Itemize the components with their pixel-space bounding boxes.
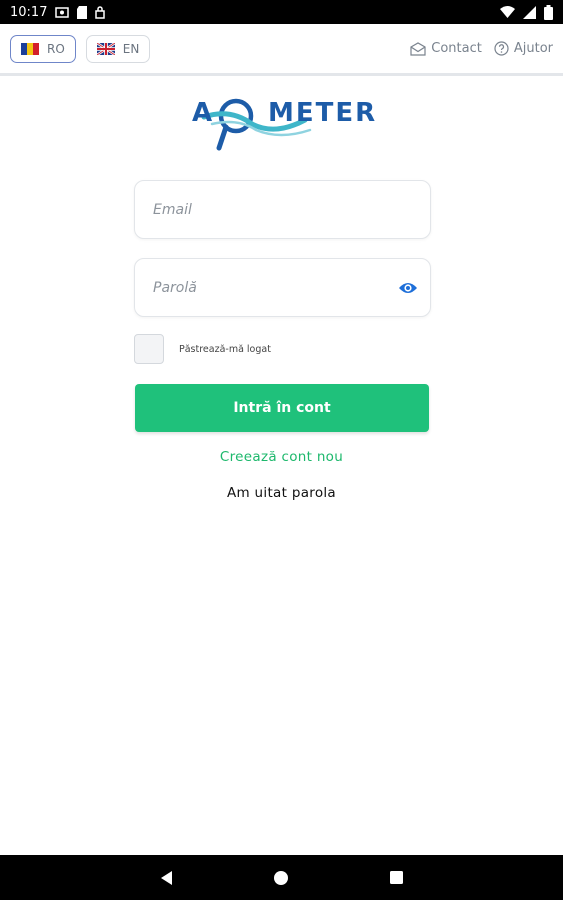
remember-me-row: Păstrează-mă logat [134,334,271,364]
sd-card-icon [77,5,88,19]
eye-icon[interactable] [398,279,418,297]
create-account-link[interactable]: Creează cont nou [0,449,563,465]
aqmeter-logo: A METER [190,90,375,152]
vpn-key-icon [95,5,106,19]
romania-flag-icon [21,42,39,55]
screen-record-icon [55,6,70,18]
language-button-en[interactable]: EN [85,34,151,63]
help-label: Ajutor [513,41,553,56]
logo-letter-a: A [192,98,213,128]
language-label-ro: RO [47,41,65,56]
language-label-en: EN [122,41,140,56]
signal-icon [523,5,536,19]
remember-me-label: Păstrează-mă logat [179,343,271,355]
password-field-container [134,258,431,317]
uk-flag-icon [96,42,115,55]
envelope-icon [410,41,426,56]
remember-me-checkbox[interactable] [134,334,164,364]
contact-link[interactable]: Contact [410,41,482,56]
home-icon[interactable] [273,870,289,886]
logo-text-meter: METER [268,98,378,128]
system-nav-bar [0,855,563,900]
top-bar: RO EN Contact Ajutor [0,24,563,76]
language-button-ro[interactable]: RO [10,34,76,63]
status-time: 10:17 [10,4,48,20]
help-link[interactable]: Ajutor [494,41,553,56]
forgot-password-link[interactable]: Am uitat parola [0,485,563,501]
status-bar: 10:17 [0,0,563,24]
contact-label: Contact [431,41,482,56]
battery-icon [544,4,553,20]
password-field[interactable] [135,259,430,316]
help-circle-icon [494,41,509,56]
email-field[interactable] [135,181,430,238]
recents-icon[interactable] [389,870,404,885]
login-button[interactable]: Intră în cont [135,384,429,432]
wifi-icon [500,6,515,18]
back-icon[interactable] [159,870,173,886]
email-field-container [134,180,431,239]
